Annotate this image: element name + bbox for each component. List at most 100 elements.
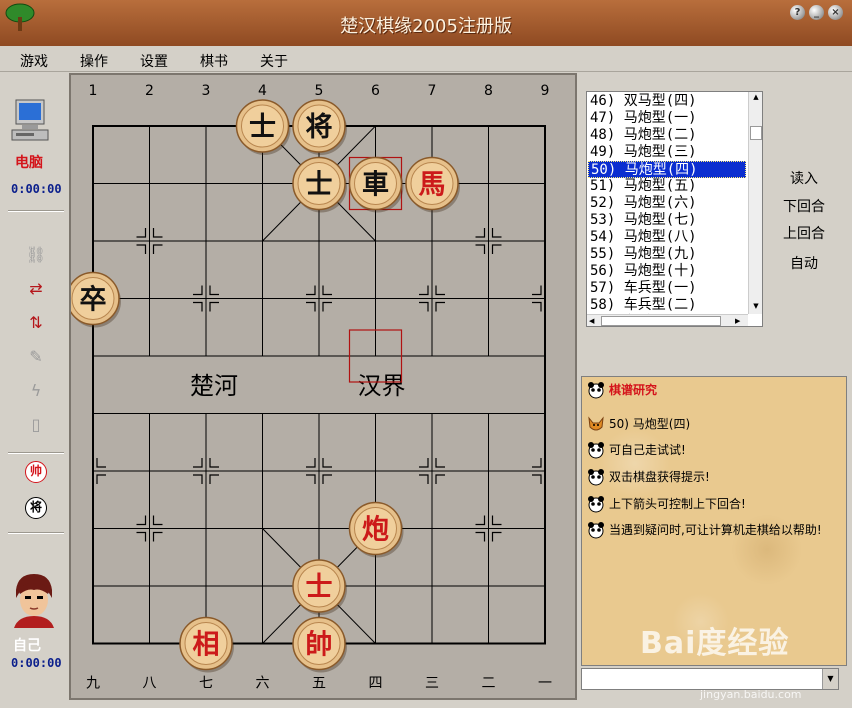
menu-chess-book[interactable]: 棋书: [200, 51, 228, 71]
horizontal-scrollbar[interactable]: ◀ ▶: [587, 314, 748, 326]
book-list[interactable]: 46) 双马型(四) 47) 马炮型(一) 48) 马炮型(二) 49) 马炮型(三)…: [586, 91, 763, 327]
position-mark: [193, 285, 203, 296]
position-mark: [152, 531, 163, 542]
piece-label: 士: [249, 112, 276, 143]
book-list-item[interactable]: 55) 马炮型(九): [588, 246, 746, 263]
help-button[interactable]: ?: [790, 5, 805, 20]
chat-message-text: 50) 马炮型(四): [609, 417, 691, 431]
position-mark: [491, 515, 502, 526]
book-list-item[interactable]: 46) 双马型(四): [588, 93, 746, 110]
computer-icon: [11, 99, 49, 141]
black-side-icon[interactable]: 将: [25, 497, 47, 519]
panda-icon: [588, 382, 604, 399]
position-mark: [532, 285, 542, 296]
position-mark: [491, 244, 502, 254]
position-mark: [532, 458, 542, 468]
right-panel: 46) 双马型(四) 47) 马炮型(一) 48) 马炮型(二) 49) 马炮型(三)…: [579, 73, 852, 708]
watermark: Bai度经验: [640, 626, 790, 661]
position-mark: [136, 515, 147, 526]
vertical-scrollbar[interactable]: ▲ ▼: [748, 92, 762, 314]
minimize-button[interactable]: _: [809, 5, 824, 20]
book-list-item[interactable]: 50) 马炮型(四): [588, 161, 746, 178]
top-file-label: 6: [371, 83, 380, 99]
book-list-item[interactable]: 54) 马炮型(八): [588, 229, 746, 246]
swap-arrows-icon[interactable]: ⇄: [24, 278, 48, 300]
position-mark: [193, 301, 203, 312]
position-mark: [435, 301, 445, 312]
position-mark: [435, 474, 445, 484]
chat-heading-line: 棋谱研究: [587, 381, 657, 399]
piece-label: 将: [306, 112, 333, 143]
book-list-item[interactable]: 56) 马炮型(十): [588, 263, 746, 280]
chat-heading: 棋谱研究: [609, 383, 658, 397]
top-file-label: 9: [541, 83, 550, 99]
load-button[interactable]: 读入: [779, 168, 829, 188]
book-list-item[interactable]: 51) 马炮型(五): [588, 178, 746, 195]
bottom-file-label: 一: [538, 676, 552, 692]
scroll-left-icon[interactable]: ◀: [589, 315, 599, 326]
chat-message: 当遇到疑问时,可让计算机走棋给以帮助!: [587, 521, 837, 539]
position-mark: [96, 458, 106, 468]
title-bar: 楚汉棋缘2005注册版 ? _ ×: [0, 0, 852, 46]
watermark-url: jingyan.baidu.com: [700, 688, 802, 701]
top-file-label: 7: [428, 83, 437, 99]
chat-message-text: 可自己走试试!: [609, 443, 686, 457]
scroll-thumb[interactable]: [750, 126, 762, 140]
flip-board-icon[interactable]: ⇅: [24, 312, 48, 334]
piece-label: 帥: [306, 630, 333, 661]
position-mark: [152, 228, 163, 238]
position-mark: [419, 458, 429, 468]
lightning-icon[interactable]: ϟ: [24, 380, 48, 402]
book-list-item[interactable]: 53) 马炮型(七): [588, 212, 746, 229]
menu-about[interactable]: 关于: [260, 51, 288, 71]
menu-operate[interactable]: 操作: [80, 51, 108, 71]
chevron-down-icon[interactable]: ▼: [822, 669, 838, 689]
top-file-label: 5: [315, 83, 324, 99]
prev-round-button[interactable]: 上回合: [779, 223, 829, 243]
river-label-right: 汉界: [358, 372, 406, 400]
position-mark: [152, 244, 163, 254]
bottom-file-label: 七: [199, 676, 213, 692]
divider: [8, 532, 64, 534]
chat-message-text: 双击棋盘获得提示!: [609, 470, 710, 484]
hint-icon[interactable]: ✎: [24, 346, 48, 368]
position-mark: [475, 244, 486, 254]
position-mark: [475, 228, 486, 238]
book-list-item[interactable]: 48) 马炮型(二): [588, 127, 746, 144]
position-mark: [491, 531, 502, 542]
page-icon[interactable]: ▯: [24, 414, 48, 436]
left-panel: 电脑 0:00:00 ⛓ ⇄ ⇅ ✎ ϟ ▯ 帅 将 自己 0:00:00: [0, 72, 68, 708]
self-timer: 0:00:00: [11, 656, 62, 670]
position-mark: [306, 285, 316, 296]
command-combo[interactable]: ▼: [581, 668, 839, 690]
hscroll-thumb[interactable]: [601, 316, 721, 326]
link-icon[interactable]: ⛓: [24, 244, 48, 266]
position-mark: [136, 244, 147, 254]
menu-game[interactable]: 游戏: [20, 51, 48, 71]
next-round-button[interactable]: 下回合: [779, 196, 829, 216]
red-side-icon[interactable]: 帅: [25, 461, 47, 483]
scroll-up-icon[interactable]: ▲: [750, 93, 762, 103]
panda-icon: [588, 522, 604, 539]
close-button[interactable]: ×: [828, 5, 843, 20]
book-list-item[interactable]: 52) 马炮型(六): [588, 195, 746, 212]
scroll-down-icon[interactable]: ▼: [750, 302, 762, 312]
chat-message-text: 当遇到疑问时,可让计算机走棋给以帮助!: [609, 523, 822, 537]
scroll-right-icon[interactable]: ▶: [735, 315, 745, 326]
auto-button[interactable]: 自动: [779, 253, 829, 273]
bottom-file-label: 九: [86, 676, 100, 692]
piece-label: 卒: [80, 284, 107, 316]
piece-label: 炮: [362, 514, 389, 546]
position-mark: [532, 474, 542, 484]
bottom-file-label: 五: [312, 676, 326, 692]
book-list-item[interactable]: 47) 马炮型(一): [588, 110, 746, 127]
position-mark: [322, 285, 332, 296]
chess-board[interactable]: 1 2 3 4 5 6 7 8 9九八七六五四三二一楚河 汉界士 将士車馬卒炮士相帥: [71, 75, 575, 698]
piece-label: 馬: [419, 170, 446, 201]
book-list-item[interactable]: 49) 马炮型(三): [588, 144, 746, 161]
chat-message: 双击棋盘获得提示!: [587, 468, 710, 486]
book-list-item[interactable]: 58) 车兵型(二): [588, 297, 746, 314]
chess-board-frame: 1 2 3 4 5 6 7 8 9 九八七六五四三二一楚河 汉界士将士車馬卒炮士相帥: [69, 73, 577, 700]
book-list-item[interactable]: 57) 车兵型(一): [588, 280, 746, 297]
menu-settings[interactable]: 设置: [140, 51, 168, 71]
